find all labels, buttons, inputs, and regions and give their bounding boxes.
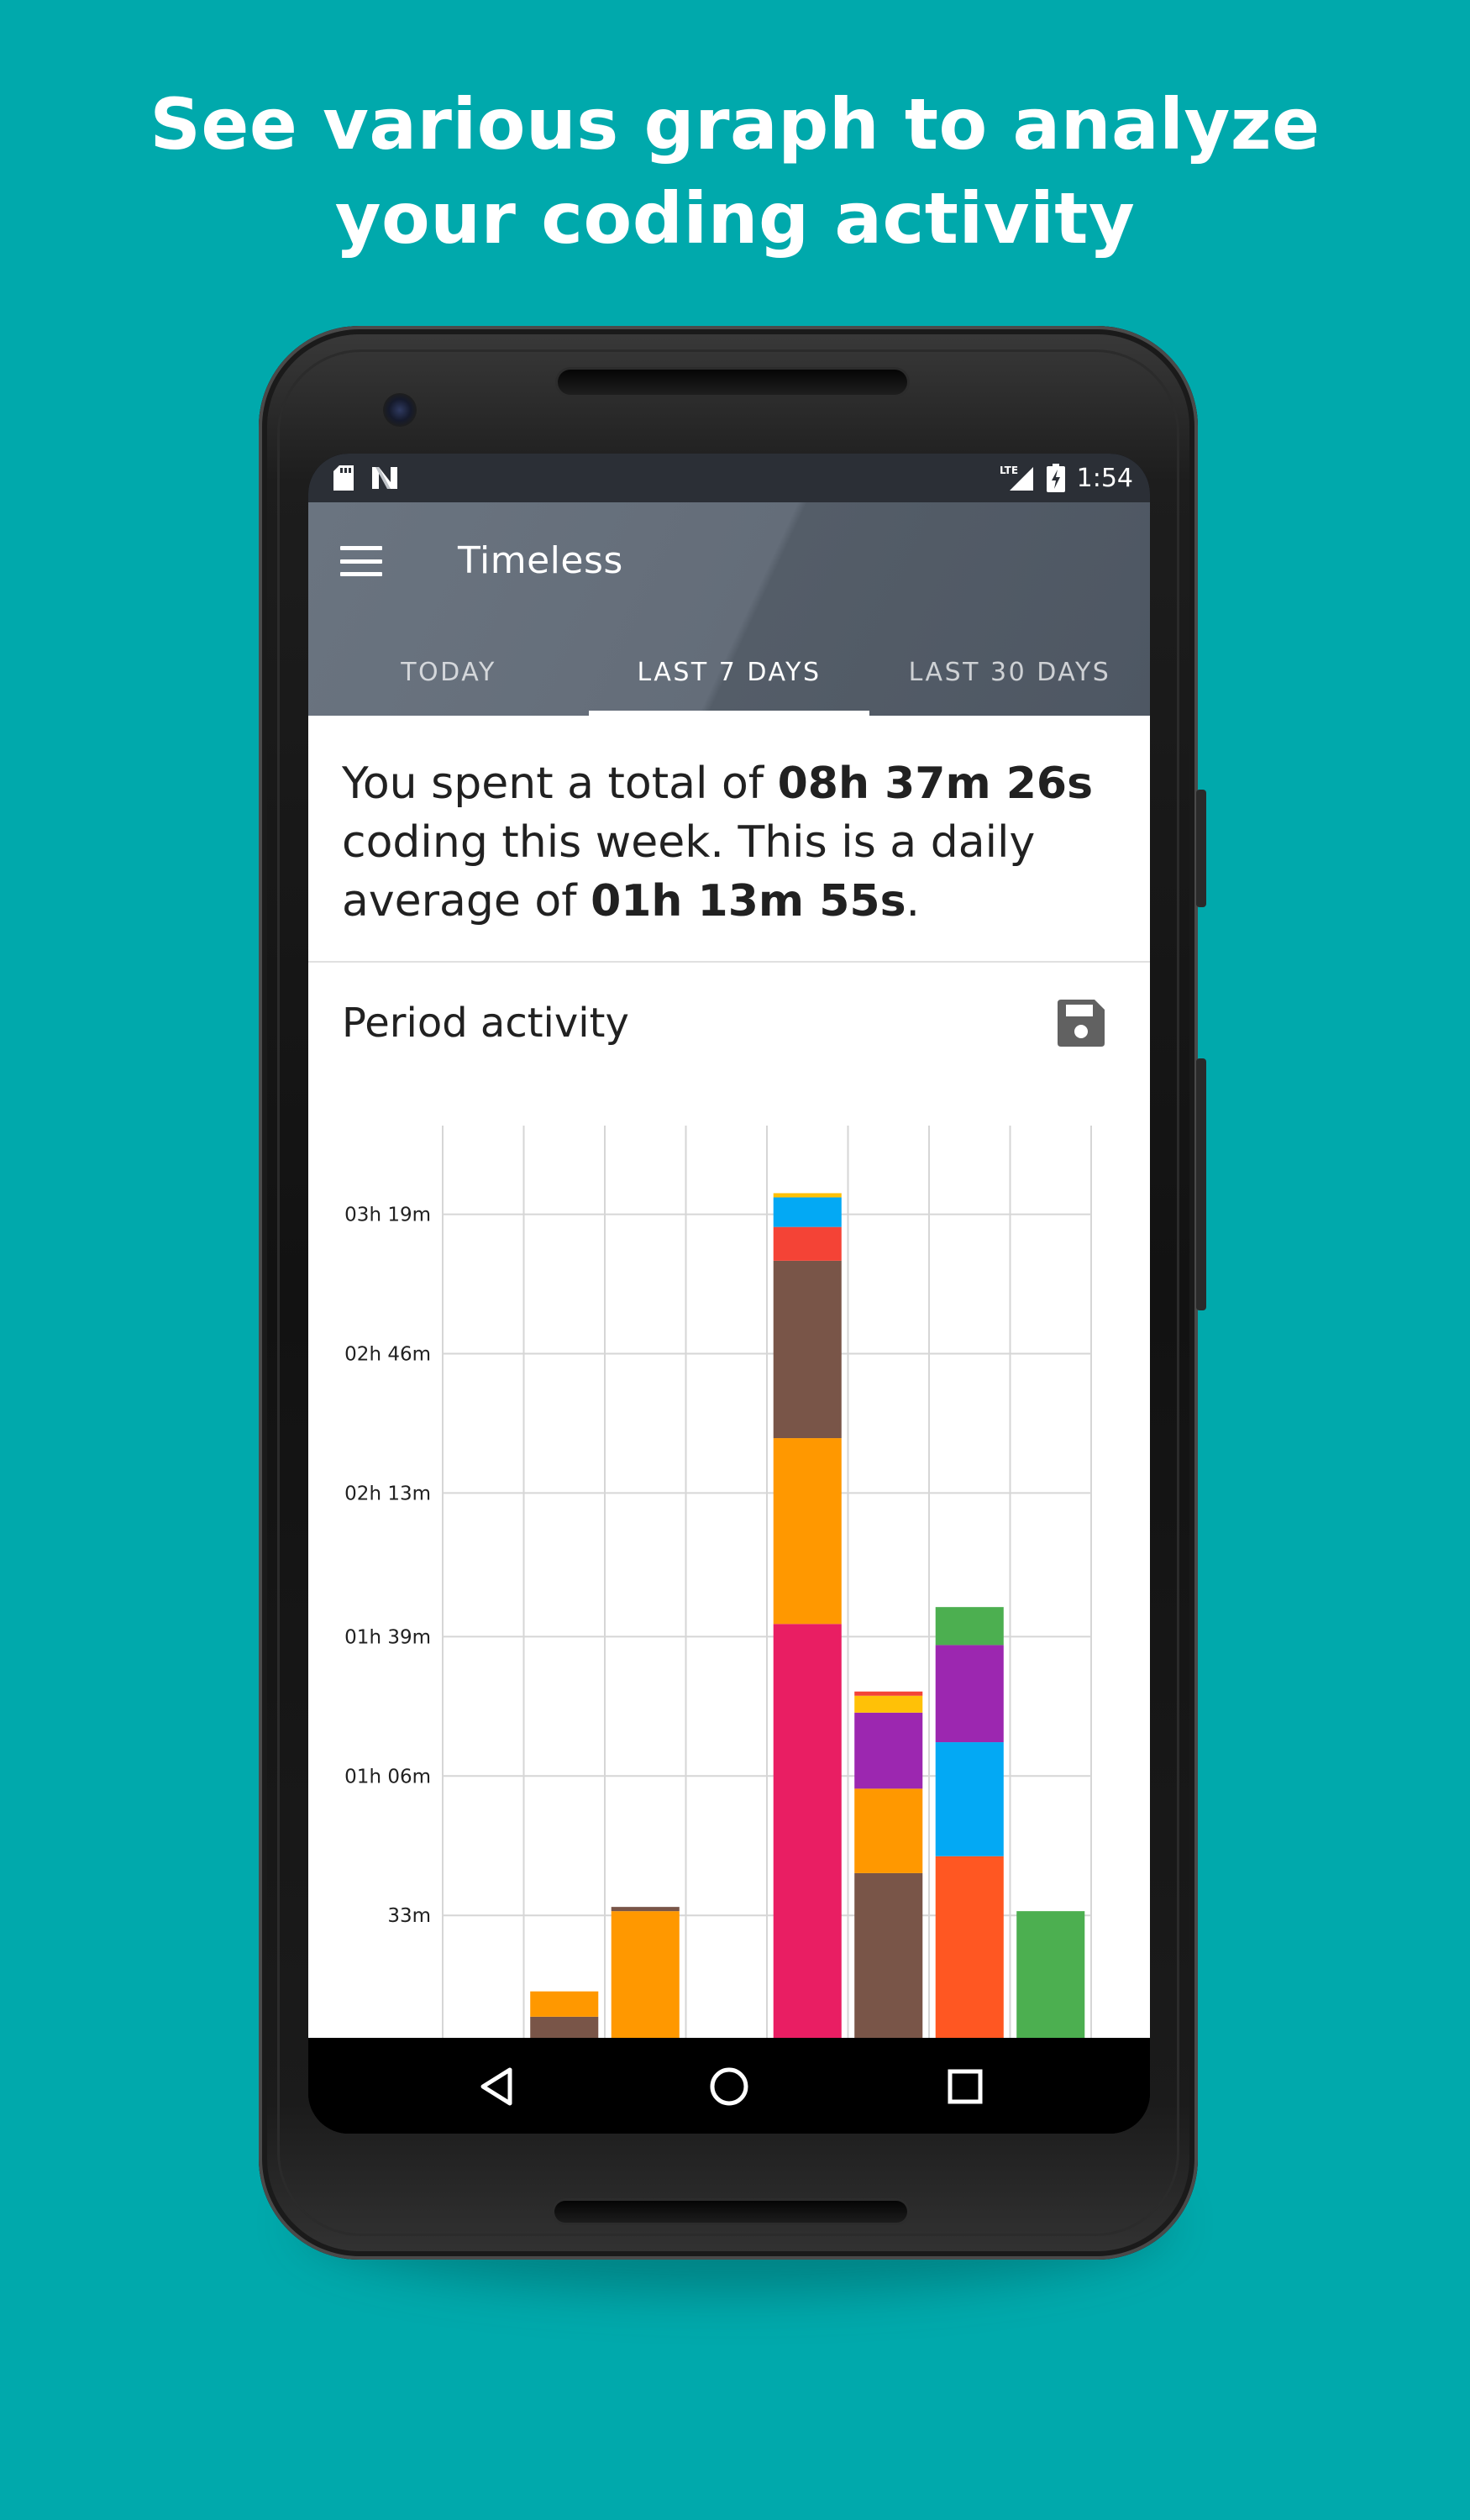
save-icon[interactable] [1056, 998, 1106, 1048]
navigation-bar [308, 2038, 1150, 2134]
earpiece-speaker [558, 370, 907, 395]
y-tick-label: 02h 46m [344, 1344, 431, 1366]
chart-bar-segment [611, 1911, 680, 2038]
bottom-speaker [554, 2201, 907, 2223]
tab-last-30-days[interactable]: LAST 30 DAYS [869, 628, 1150, 716]
chart-bar-segment [1016, 1911, 1085, 2038]
promo-headline-line2: your coding activity [334, 177, 1136, 260]
chart-bar-segment [935, 1607, 1004, 1646]
status-bar-right: LTE 1:54 [1000, 454, 1133, 502]
chart-bar-segment [611, 1907, 680, 1912]
battery-charging-icon [1046, 464, 1065, 492]
recents-square-icon[interactable] [942, 2063, 989, 2110]
chart-bar-segment [935, 1645, 1004, 1743]
tab-bar: TODAY LAST 7 DAYS LAST 30 DAYS [308, 628, 1150, 716]
status-time: 1:54 [1076, 463, 1133, 493]
promo-headline: See various graph to analyze your coding… [0, 77, 1470, 265]
section-title: Period activity [342, 1000, 629, 1047]
home-circle-icon[interactable] [706, 2063, 753, 2110]
n-icon [372, 467, 397, 489]
volume-button [1196, 1058, 1206, 1310]
sd-card-icon [333, 465, 354, 491]
status-bar-left [333, 454, 399, 502]
app-bar: Timeless TODAY LAST 7 DAYS LAST 30 DAYS [308, 502, 1150, 716]
chart-bar-segment [773, 1438, 842, 1625]
summary-part1: You spent a total of [342, 759, 778, 809]
promo-headline-line1: See various graph to analyze [150, 83, 1320, 165]
front-camera [383, 393, 417, 427]
y-tick-label: 02h 13m [344, 1483, 431, 1504]
chart-bar-segment [773, 1197, 842, 1227]
chart-bar-segment [773, 1260, 842, 1439]
chart-bar-segment [773, 1624, 842, 2038]
chart-bar-segment [854, 1788, 923, 1873]
y-tick-label: 33m [387, 1905, 431, 1927]
phone-screen: LTE 1:54 Timeless TODAY LAST 7 DAYS LAST… [308, 454, 1150, 2134]
chart-bar-segment [935, 1742, 1004, 1856]
network-type-label: LTE [1000, 465, 1018, 476]
tab-today[interactable]: TODAY [308, 628, 589, 716]
summary-text: You spent a total of 08h 37m 26s coding … [342, 754, 1123, 931]
summary-part3: . [906, 876, 921, 927]
chart-bar-segment [854, 1872, 923, 2038]
section-divider [308, 961, 1150, 963]
summary-total-time: 08h 37m 26s [777, 759, 1094, 809]
chart-bar-segment [935, 1856, 1004, 2038]
main-content: You spent a total of 08h 37m 26s coding … [308, 716, 1150, 2038]
chart-bar-segment [854, 1691, 923, 1696]
chart-bar-segment [530, 2016, 599, 2038]
chart-bar-segment [773, 1226, 842, 1261]
hamburger-line [340, 559, 382, 564]
chart-bar-segment [530, 1991, 599, 2017]
hamburger-menu-icon[interactable] [340, 546, 382, 576]
y-tick-label: 01h 39m [344, 1626, 431, 1648]
status-bar: LTE 1:54 [308, 454, 1150, 502]
hamburger-line [340, 572, 382, 576]
tab-last-7-days[interactable]: LAST 7 DAYS [589, 628, 869, 716]
hamburger-line [340, 546, 382, 550]
signal-icon: LTE [1000, 465, 1033, 491]
summary-average-time: 01h 13m 55s [591, 876, 906, 927]
chart-bar-segment [854, 1695, 923, 1713]
period-activity-chart: 33m 01h 06m 01h 39m 02h 13m 02h 46m 03h 19m [344, 1126, 1092, 2038]
y-tick-label: 03h 19m [344, 1205, 431, 1226]
power-button [1196, 790, 1206, 907]
y-tick-label: 01h 06m [344, 1766, 431, 1788]
chart-bar-segment [854, 1712, 923, 1789]
app-title: Timeless [458, 539, 623, 582]
chart-bar-segment [773, 1193, 842, 1198]
back-triangle-icon[interactable] [475, 2063, 522, 2110]
